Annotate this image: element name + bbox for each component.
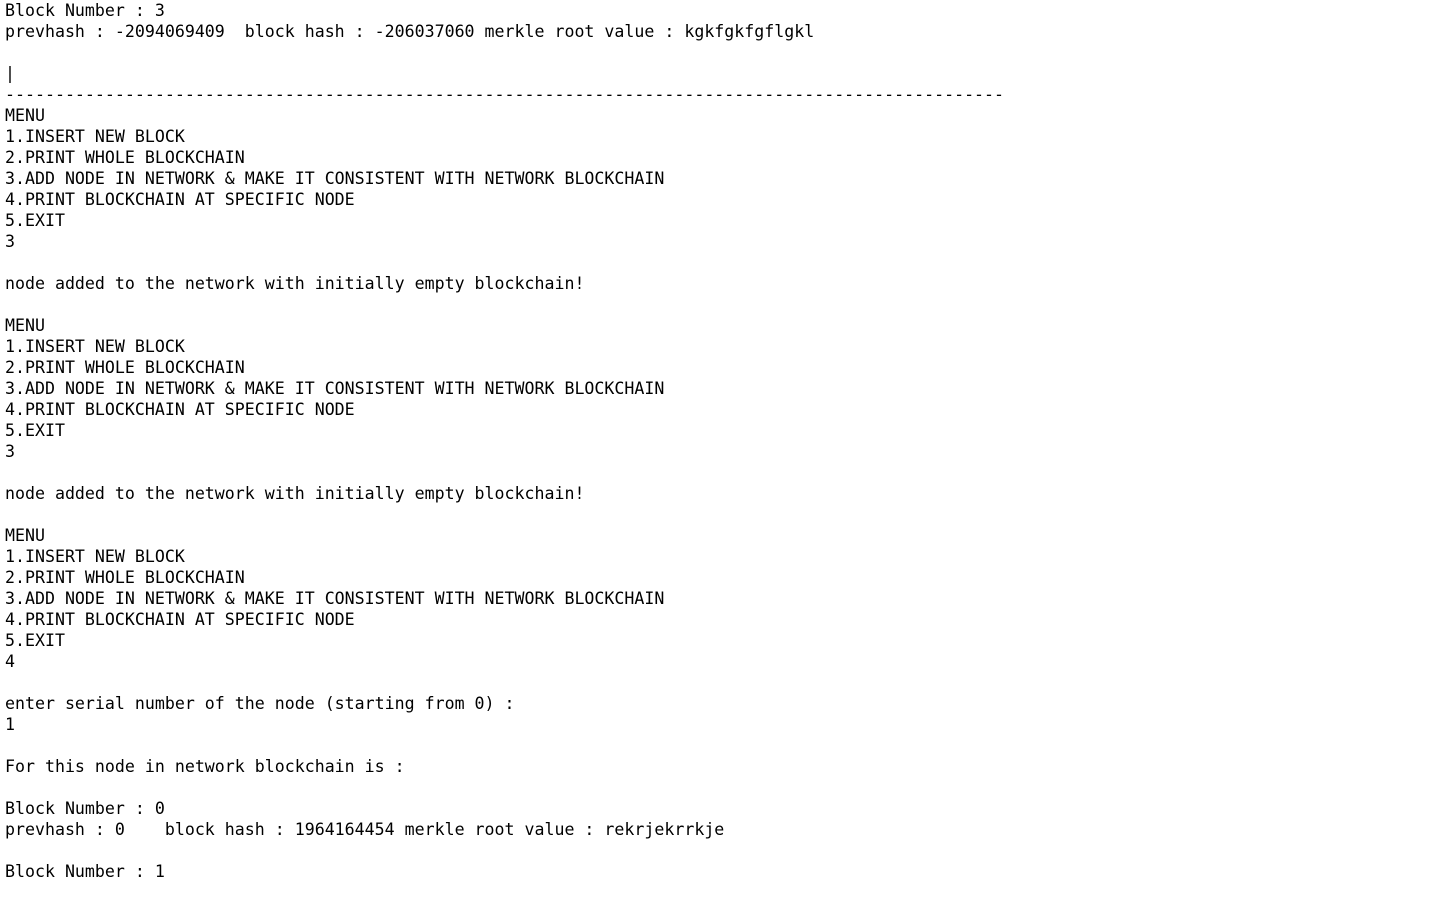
menu-option-insert-block: 1.INSERT NEW BLOCK xyxy=(5,127,185,146)
menu-option-add-node: 3.ADD NODE IN NETWORK & MAKE IT CONSISTE… xyxy=(5,169,665,188)
user-input: 4 xyxy=(5,652,15,671)
menu-option-insert-block: 1.INSERT NEW BLOCK xyxy=(5,337,185,356)
menu-option-add-node: 3.ADD NODE IN NETWORK & MAKE IT CONSISTE… xyxy=(5,379,665,398)
menu-option-print-at-node: 4.PRINT BLOCKCHAIN AT SPECIFIC NODE xyxy=(5,190,355,209)
menu-option-print-blockchain: 2.PRINT WHOLE BLOCKCHAIN xyxy=(5,148,245,167)
menu-option-print-at-node: 4.PRINT BLOCKCHAIN AT SPECIFIC NODE xyxy=(5,610,355,629)
user-input: 3 xyxy=(5,442,15,461)
menu-option-print-blockchain: 2.PRINT WHOLE BLOCKCHAIN xyxy=(5,358,245,377)
user-input: 3 xyxy=(5,232,15,251)
block-hash-line: prevhash : 0 block hash : 1964164454 mer… xyxy=(5,820,725,839)
menu-option-insert-block: 1.INSERT NEW BLOCK xyxy=(5,547,185,566)
menu-heading: MENU xyxy=(5,316,45,335)
result-heading: For this node in network blockchain is : xyxy=(5,757,405,776)
block-number-line: Block Number : 0 xyxy=(5,799,165,818)
status-message: node added to the network with initially… xyxy=(5,484,585,503)
status-message: node added to the network with initially… xyxy=(5,274,585,293)
menu-option-print-at-node: 4.PRINT BLOCKCHAIN AT SPECIFIC NODE xyxy=(5,400,355,419)
menu-option-add-node: 3.ADD NODE IN NETWORK & MAKE IT CONSISTE… xyxy=(5,589,665,608)
terminal-output[interactable]: Block Number : 3 prevhash : -2094069409 … xyxy=(0,0,1440,900)
text-cursor: | xyxy=(5,64,15,83)
block-number-line: Block Number : 1 xyxy=(5,862,165,881)
menu-option-exit: 5.EXIT xyxy=(5,421,65,440)
menu-heading: MENU xyxy=(5,526,45,545)
terminal-line: Block Number : 3 xyxy=(5,1,165,20)
menu-option-exit: 5.EXIT xyxy=(5,631,65,650)
user-input: 1 xyxy=(5,715,15,734)
menu-option-exit: 5.EXIT xyxy=(5,211,65,230)
menu-heading: MENU xyxy=(5,106,45,125)
separator-line: ----------------------------------------… xyxy=(5,85,1005,104)
terminal-line: prevhash : -2094069409 block hash : -206… xyxy=(5,22,815,41)
prompt-message: enter serial number of the node (startin… xyxy=(5,694,515,713)
menu-option-print-blockchain: 2.PRINT WHOLE BLOCKCHAIN xyxy=(5,568,245,587)
